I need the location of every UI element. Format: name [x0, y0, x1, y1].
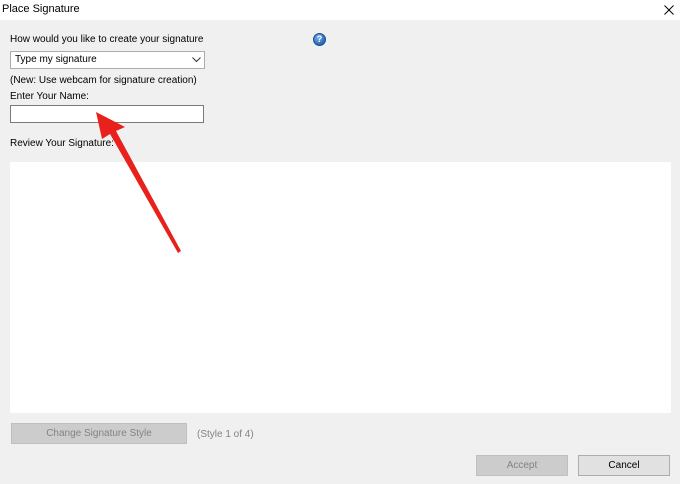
webcam-note: (New: Use webcam for signature creation) [10, 75, 197, 86]
close-button[interactable] [658, 0, 680, 20]
window-title: Place Signature [2, 3, 80, 15]
title-bar: Place Signature [0, 0, 680, 20]
accept-button[interactable]: Accept [476, 455, 568, 476]
signature-method-value: Type my signature [15, 54, 97, 65]
name-input[interactable] [10, 105, 204, 123]
review-signature-label: Review Your Signature: [10, 138, 114, 149]
help-icon[interactable]: ? [313, 33, 326, 46]
signature-method-select[interactable]: Type my signature [10, 51, 205, 69]
cancel-button[interactable]: Cancel [578, 455, 670, 476]
style-count: (Style 1 of 4) [197, 429, 254, 440]
change-signature-style-button[interactable]: Change Signature Style [11, 423, 187, 444]
signature-method-label: How would you like to create your signat… [10, 34, 204, 45]
signature-preview-area [10, 162, 671, 413]
place-signature-dialog: Place Signature How would you like to cr… [0, 0, 680, 484]
chevron-down-icon [188, 52, 204, 68]
name-label: Enter Your Name: [10, 91, 89, 102]
close-icon [664, 5, 674, 15]
